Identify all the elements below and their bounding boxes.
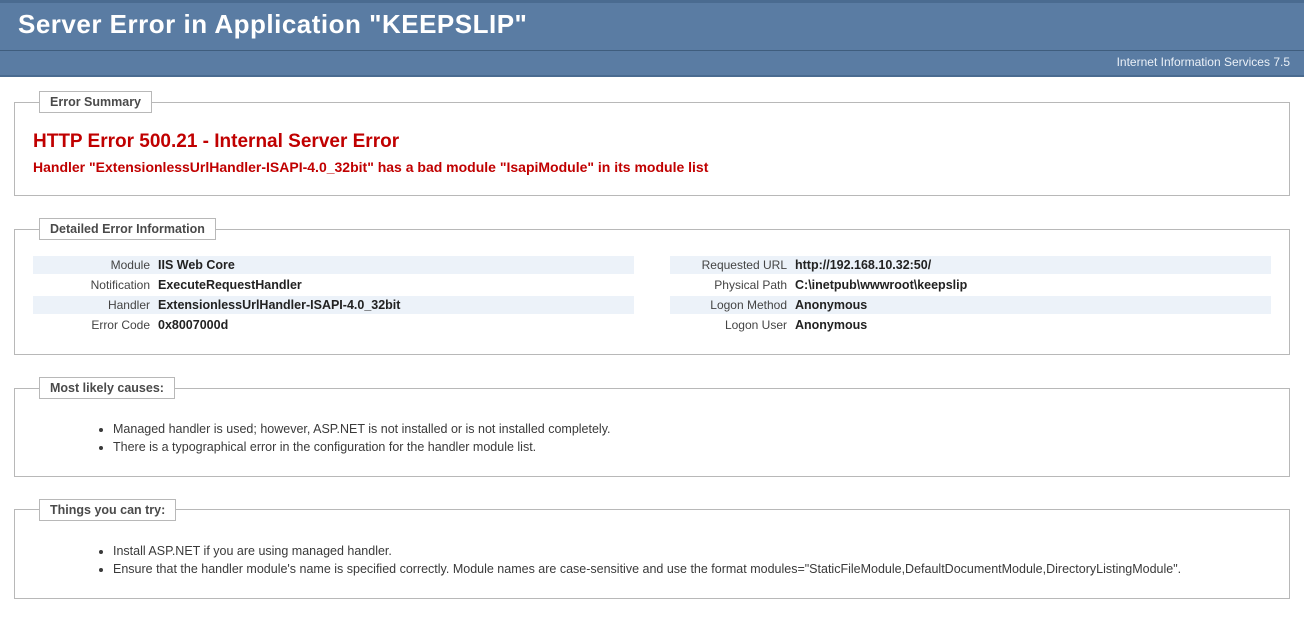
detail-label: Error Code <box>33 318 158 332</box>
things-to-try-list: Install ASP.NET if you are using managed… <box>33 543 1271 578</box>
likely-causes-list: Managed handler is used; however, ASP.NE… <box>33 421 1271 456</box>
detail-label: Logon Method <box>670 298 795 312</box>
detail-value: ExecuteRequestHandler <box>158 278 302 292</box>
likely-causes-section: Most likely causes: Managed handler is u… <box>14 377 1290 477</box>
list-item: There is a typographical error in the co… <box>113 439 1271 456</box>
detail-column-left: Module IIS Web Core Notification Execute… <box>33 256 634 336</box>
detailed-error-section: Detailed Error Information Module IIS We… <box>14 218 1290 355</box>
detail-label: Module <box>33 258 158 272</box>
product-label: Internet Information Services 7.5 <box>1117 55 1290 69</box>
list-item: Ensure that the handler module's name is… <box>113 561 1271 578</box>
likely-causes-legend: Most likely causes: <box>39 377 175 399</box>
detail-row: Module IIS Web Core <box>33 256 634 274</box>
content-area: Error Summary HTTP Error 500.21 - Intern… <box>0 77 1304 635</box>
detail-column-right: Requested URL http://192.168.10.32:50/ P… <box>670 256 1271 336</box>
http-error-title: HTTP Error 500.21 - Internal Server Erro… <box>33 131 1271 153</box>
detail-value: ExtensionlessUrlHandler-ISAPI-4.0_32bit <box>158 298 400 312</box>
detail-row: Notification ExecuteRequestHandler <box>33 276 634 294</box>
detail-value: 0x8007000d <box>158 318 228 332</box>
detail-value: Anonymous <box>795 298 867 312</box>
detail-label: Notification <box>33 278 158 292</box>
detail-row: Handler ExtensionlessUrlHandler-ISAPI-4.… <box>33 296 634 314</box>
detail-row: Logon Method Anonymous <box>670 296 1271 314</box>
detail-label: Requested URL <box>670 258 795 272</box>
page-title: Server Error in Application "KEEPSLIP" <box>18 9 1286 40</box>
header-bar: Server Error in Application "KEEPSLIP" <box>0 0 1304 51</box>
things-to-try-section: Things you can try: Install ASP.NET if y… <box>14 499 1290 599</box>
detail-value: http://192.168.10.32:50/ <box>795 258 931 272</box>
detailed-error-legend: Detailed Error Information <box>39 218 216 240</box>
product-sub-bar: Internet Information Services 7.5 <box>0 51 1304 77</box>
error-summary-legend: Error Summary <box>39 91 152 113</box>
detail-label: Physical Path <box>670 278 795 292</box>
error-summary-section: Error Summary HTTP Error 500.21 - Intern… <box>14 91 1290 196</box>
detail-label: Handler <box>33 298 158 312</box>
detail-value: Anonymous <box>795 318 867 332</box>
detail-row: Requested URL http://192.168.10.32:50/ <box>670 256 1271 274</box>
detail-value: C:\inetpub\wwwroot\keepslip <box>795 278 967 292</box>
list-item: Install ASP.NET if you are using managed… <box>113 543 1271 560</box>
detail-value: IIS Web Core <box>158 258 235 272</box>
detail-row: Error Code 0x8007000d <box>33 316 634 334</box>
things-to-try-legend: Things you can try: <box>39 499 176 521</box>
http-error-message: Handler "ExtensionlessUrlHandler-ISAPI-4… <box>33 159 1271 175</box>
list-item: Managed handler is used; however, ASP.NE… <box>113 421 1271 438</box>
detail-row: Logon User Anonymous <box>670 316 1271 334</box>
detail-columns: Module IIS Web Core Notification Execute… <box>33 256 1271 336</box>
detail-row: Physical Path C:\inetpub\wwwroot\keepsli… <box>670 276 1271 294</box>
detail-label: Logon User <box>670 318 795 332</box>
